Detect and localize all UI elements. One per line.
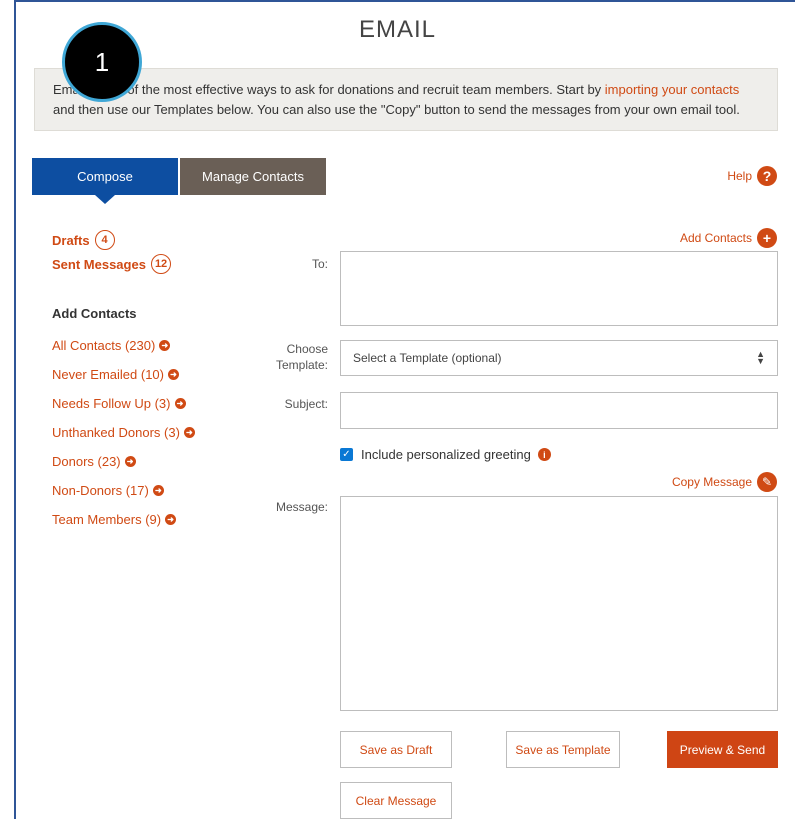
save-draft-button[interactable]: Save as Draft [340,731,452,768]
drafts-link[interactable]: Drafts 4 [52,229,292,251]
arrow-right-icon: ➜ [183,426,195,438]
step-badge: 1 [62,22,142,102]
greeting-option: ✓ Include personalized greeting i [340,447,551,462]
subject-input[interactable] [340,392,778,429]
arrow-right-icon: ➜ [165,513,177,525]
contact-group-label: Team Members (9) [52,511,162,527]
add-contacts-label: Add Contacts [679,231,752,245]
template-select[interactable]: Select a Template (optional) ▲ ▼ [340,340,778,376]
contact-group-label: Never Emailed (10) [52,366,164,382]
copy-message-label: Copy Message [671,475,752,489]
tab-manage-contacts[interactable]: Manage Contacts [180,158,326,195]
contact-group-label: All Contacts (230) [52,337,156,353]
tab-bar: Compose Manage Contacts [32,158,326,204]
intro-text-after: and then use our Templates below. You ca… [53,102,740,117]
drafts-count-badge: 4 [94,230,115,250]
contact-group-label: Unthanked Donors (3) [52,424,180,440]
contact-group-label: Non-Donors (17) [52,482,149,498]
sidebar: Drafts 4 Sent Messages 12 Add Contacts A… [52,229,292,529]
clear-message-button[interactable]: Clear Message [340,782,452,819]
to-field[interactable] [340,251,778,326]
to-label: To: [311,257,328,271]
select-arrows-icon: ▲ ▼ [756,349,765,366]
add-contacts-heading: Add Contacts [52,306,137,321]
drafts-label: Drafts [52,232,90,248]
template-select-value: Select a Template (optional) [353,351,502,365]
subject-label: Subject: [284,397,328,411]
pencil-icon: ✎ [757,472,777,492]
contact-group-label: Donors (23) [52,453,121,469]
question-icon: ? [757,166,777,186]
message-textarea[interactable] [340,496,778,711]
greeting-checkbox[interactable]: ✓ [340,448,353,461]
arrow-right-icon: ➜ [152,484,164,496]
info-icon[interactable]: i [537,448,551,461]
import-contacts-link[interactable]: importing your contacts [605,82,739,97]
intro-text-before: Email is one of the most effective ways … [53,82,605,97]
plus-icon: + [757,228,777,248]
help-link[interactable]: Help ? [727,166,777,186]
sidebar-item-donors[interactable]: Donors (23) ➜ [52,451,292,471]
sent-count-badge: 12 [150,254,172,274]
arrow-right-icon: ➜ [124,455,136,467]
contact-group-label: Needs Follow Up (3) [52,395,171,411]
help-label: Help [727,169,752,183]
add-contacts-button[interactable]: Add Contacts + [680,228,777,248]
arrow-right-icon: ➜ [168,368,179,380]
sidebar-item-non-donors[interactable]: Non-Donors (17) ➜ [52,480,292,500]
intro-panel: Email is one of the most effective ways … [34,68,778,131]
arrow-right-icon: ➜ [174,397,186,409]
tab-compose[interactable]: Compose [32,158,178,204]
sidebar-item-unthanked-donors[interactable]: Unthanked Donors (3) ➜ [52,422,292,442]
message-label: Message: [275,500,328,514]
template-label-line2: Template: [275,358,328,372]
save-template-button[interactable]: Save as Template [506,731,620,768]
template-label-line1: Choose [286,342,328,356]
copy-message-button[interactable]: Copy Message ✎ [672,472,777,492]
greeting-label: Include personalized greeting [361,447,531,462]
preview-send-button[interactable]: Preview & Send [667,731,778,768]
arrow-right-icon: ➜ [159,339,171,351]
sent-messages-label: Sent Messages [52,256,146,272]
template-label: Choose Template: [238,341,328,373]
